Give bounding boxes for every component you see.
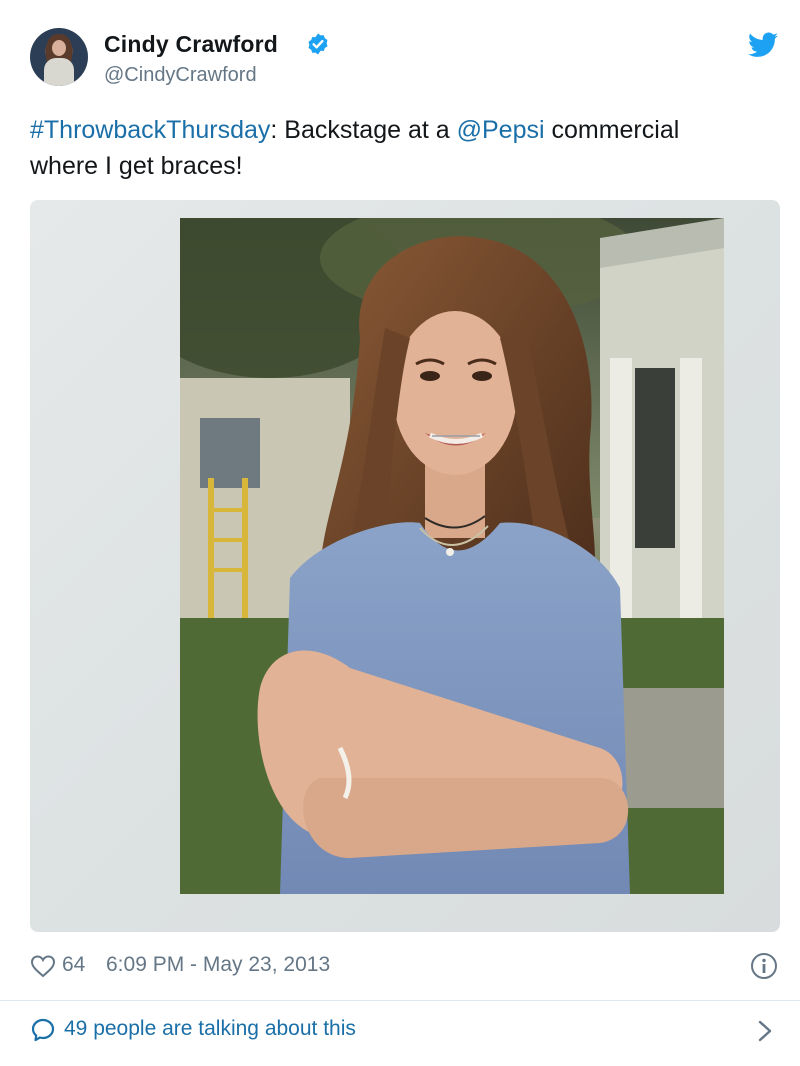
mention-link[interactable]: @Pepsi: [457, 116, 545, 144]
photo-illustration: [180, 218, 724, 894]
twitter-bird-icon[interactable]: [748, 32, 778, 58]
tweet-text: #ThrowbackThursday: Backstage at a @Peps…: [30, 112, 770, 184]
tweet-text-line: where I get braces!: [30, 152, 243, 180]
embedded-tweet: Cindy Crawford @CindyCrawford #Throwback…: [0, 0, 800, 1066]
comment-icon: [31, 1018, 55, 1042]
divider: [0, 1000, 800, 1001]
tweet-timestamp[interactable]: 6:09 PM - May 23, 2013: [106, 953, 330, 977]
conversation-label[interactable]: 49 people are talking about this: [64, 1017, 356, 1041]
chevron-right-icon[interactable]: [757, 1020, 773, 1042]
hashtag-link[interactable]: #ThrowbackThursday: [30, 116, 270, 144]
tweet-meta: 64 6:09 PM - May 23, 2013: [30, 952, 780, 982]
avatar[interactable]: [30, 28, 88, 86]
verified-badge-icon: [308, 33, 328, 55]
author-handle[interactable]: @CindyCrawford: [104, 64, 257, 87]
conversation-link[interactable]: 49 people are talking about this: [30, 1014, 780, 1048]
tweet-text-part: commercial: [544, 116, 680, 144]
heart-icon[interactable]: [30, 954, 56, 978]
info-icon[interactable]: [750, 952, 778, 980]
polaroid-photo: [180, 218, 724, 894]
tweet-text-part: : Backstage at a: [270, 116, 457, 144]
author-name[interactable]: Cindy Crawford: [104, 31, 278, 58]
tweet-photo[interactable]: [30, 200, 780, 932]
like-count[interactable]: 64: [62, 953, 85, 977]
